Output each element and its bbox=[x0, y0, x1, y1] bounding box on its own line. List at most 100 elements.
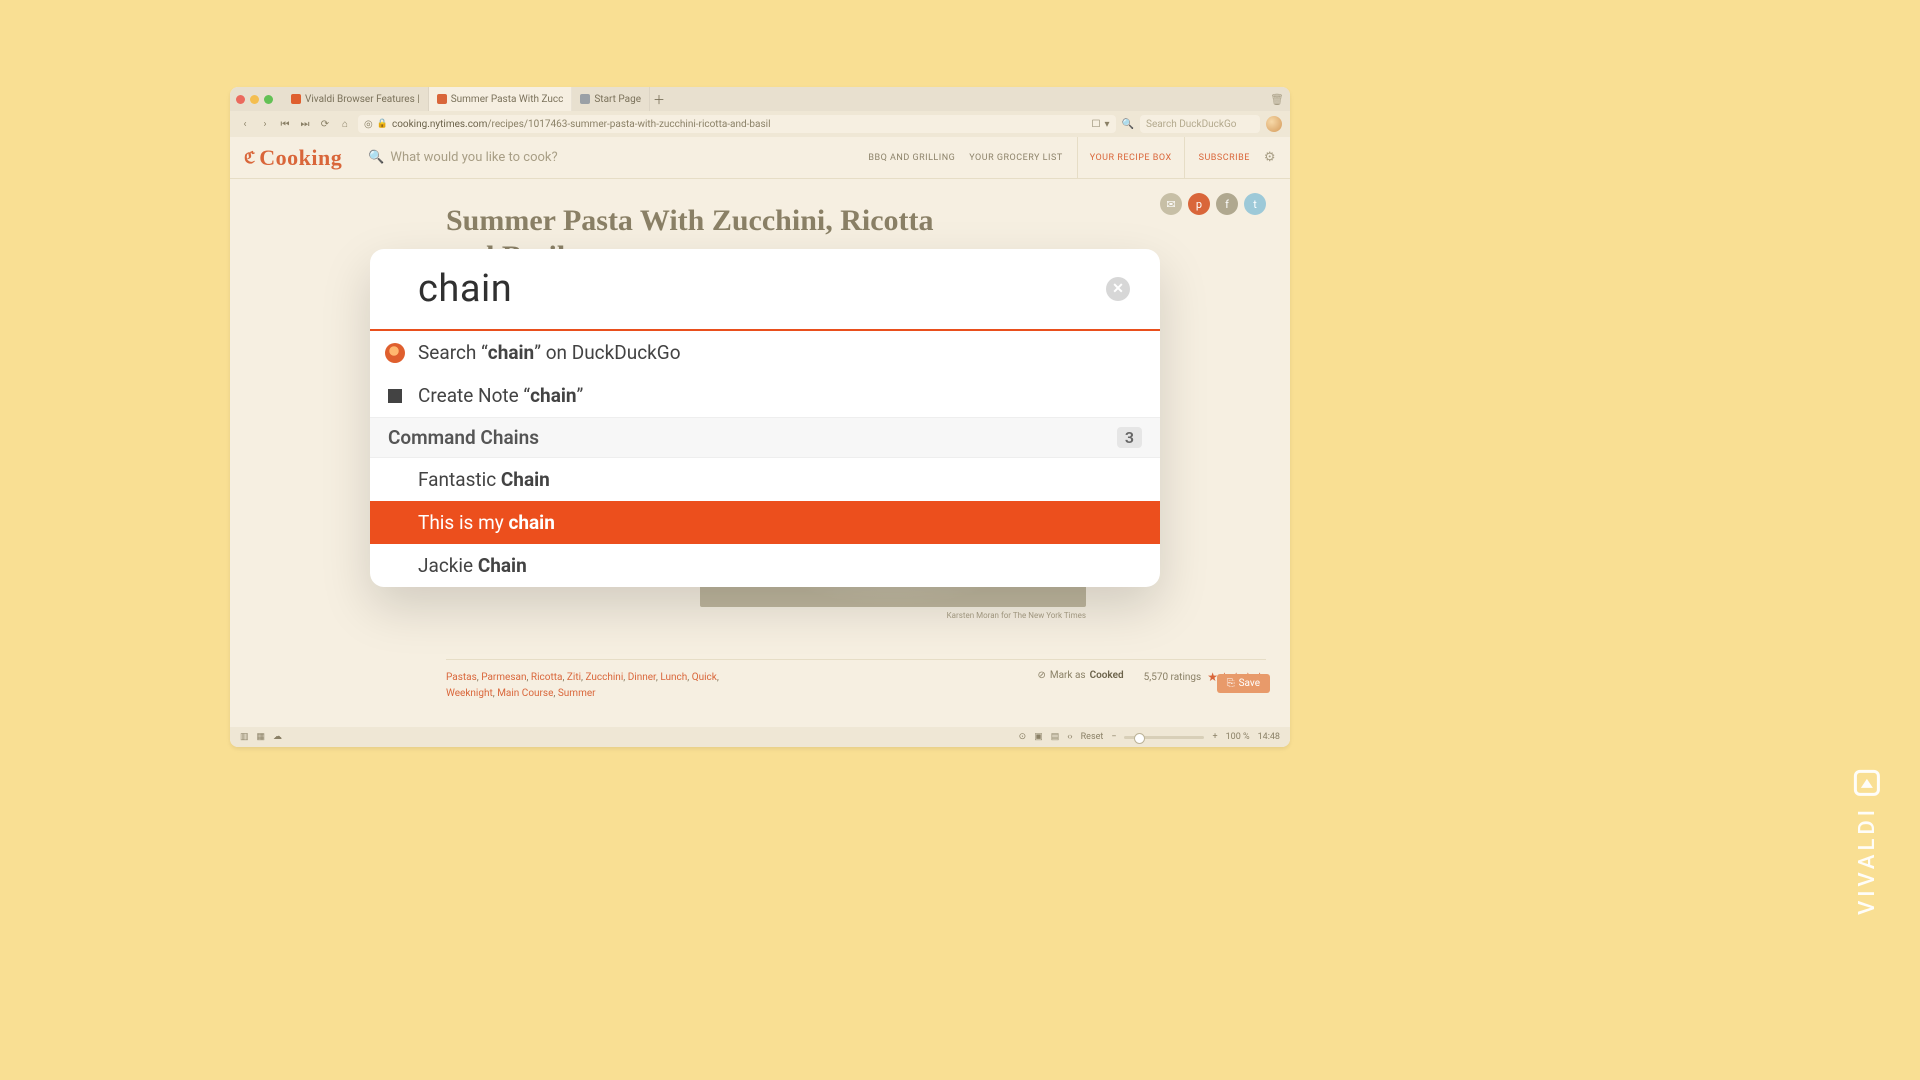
profile-avatar[interactable] bbox=[1266, 116, 1282, 132]
tag-link[interactable]: Weeknight bbox=[446, 688, 493, 699]
zoom-slider[interactable] bbox=[1124, 736, 1204, 739]
back-button[interactable]: ‹ bbox=[238, 119, 252, 130]
address-bar: ‹ › ⏮ ⏭ ⟳ ⌂ ◎ 🔒 cooking.nytimes.com/reci… bbox=[230, 111, 1290, 137]
brand-cooking: Cooking bbox=[259, 145, 342, 171]
qc-input[interactable]: chain bbox=[418, 267, 1106, 311]
reload-button[interactable]: ⟳ bbox=[318, 119, 332, 130]
site-search[interactable]: 🔍 What would you like to cook? bbox=[368, 150, 708, 165]
tag-link[interactable]: Pastas bbox=[446, 672, 477, 683]
qc-result-item[interactable]: Fantastic Chain bbox=[370, 458, 1160, 501]
tab-strip: Vivaldi Browser Features | Summer Pasta … bbox=[230, 87, 1290, 111]
code-icon[interactable]: ‹› bbox=[1067, 732, 1072, 742]
lock-icon: 🔒 bbox=[377, 119, 388, 129]
qc-result-item[interactable]: This is my chain bbox=[370, 501, 1160, 544]
image-toggle-icon[interactable]: ▤ bbox=[1051, 732, 1060, 742]
startpage-favicon-icon bbox=[580, 94, 590, 104]
capture-icon[interactable]: ⊙ bbox=[1019, 732, 1027, 742]
tag-list: Pastas, Parmesan, Ricotta, Ziti, Zucchin… bbox=[446, 670, 766, 702]
checkmark-icon: ⊘ bbox=[1037, 670, 1045, 681]
duckduckgo-icon bbox=[384, 342, 406, 364]
url-text: cooking.nytimes.com/recipes/1017463-summ… bbox=[392, 119, 771, 130]
tab-label: Vivaldi Browser Features | bbox=[305, 94, 420, 105]
tab-summer-pasta[interactable]: Summer Pasta With Zucc bbox=[429, 87, 573, 111]
facebook-icon[interactable]: f bbox=[1216, 193, 1238, 215]
new-tab-button[interactable]: ＋ bbox=[650, 91, 668, 108]
mark-cooked[interactable]: ⊘ Mark as Cooked bbox=[1037, 670, 1123, 681]
qc-input-row: chain ✕ bbox=[370, 249, 1160, 329]
nav-bbq[interactable]: BBQ AND GRILLING bbox=[868, 153, 955, 163]
zoom-window-icon[interactable] bbox=[264, 95, 273, 104]
vivaldi-favicon-icon bbox=[291, 94, 301, 104]
close-window-icon[interactable] bbox=[236, 95, 245, 104]
tag-link[interactable]: Quick bbox=[692, 672, 717, 683]
qc-section-command-chains: Command Chains 3 bbox=[370, 417, 1160, 458]
twitter-icon[interactable]: t bbox=[1244, 193, 1266, 215]
tag-link[interactable]: Zucchini bbox=[585, 672, 623, 683]
clear-icon[interactable]: ✕ bbox=[1106, 277, 1130, 301]
qc-section-label: Command Chains bbox=[388, 426, 539, 449]
nav-recipe-box[interactable]: YOUR RECIPE BOX bbox=[1077, 137, 1185, 179]
tile-icon[interactable]: ▦ bbox=[257, 732, 266, 742]
ratings-count: 5,570 ratings bbox=[1144, 672, 1202, 683]
home-button[interactable]: ⌂ bbox=[338, 119, 352, 130]
fastforward-button[interactable]: ⏭ bbox=[298, 119, 312, 130]
note-icon bbox=[384, 385, 406, 407]
search-placeholder: Search DuckDuckGo bbox=[1146, 119, 1236, 130]
qc-section-count: 3 bbox=[1117, 427, 1142, 448]
tag-link[interactable]: Lunch bbox=[660, 672, 687, 683]
browser-window: Vivaldi Browser Features | Summer Pasta … bbox=[230, 87, 1290, 747]
qc-create-note[interactable]: Create Note “chain” bbox=[370, 374, 1160, 417]
search-engine-icon[interactable]: 🔍 bbox=[1122, 119, 1134, 130]
site-nav: BBQ AND GRILLING YOUR GROCERY LIST YOUR … bbox=[868, 137, 1276, 179]
qc-result-item[interactable]: Jackie Chain bbox=[370, 544, 1160, 587]
tag-link[interactable]: Ricotta bbox=[531, 672, 563, 683]
site-brand[interactable]: ℭ Cooking bbox=[244, 145, 342, 171]
bookmark-icon[interactable]: ☐ bbox=[1092, 119, 1101, 130]
tag-link[interactable]: Summer bbox=[558, 688, 596, 699]
save-button[interactable]: ⎘ Save bbox=[1217, 674, 1270, 693]
rewind-button[interactable]: ⏮ bbox=[278, 119, 292, 130]
browser-search-field[interactable]: Search DuckDuckGo bbox=[1140, 115, 1260, 133]
pinterest-icon[interactable]: p bbox=[1188, 193, 1210, 215]
vivaldi-logo-icon bbox=[1854, 770, 1880, 796]
zoom-out-icon[interactable]: − bbox=[1111, 732, 1116, 742]
clock: 14:48 bbox=[1258, 732, 1280, 742]
forward-button[interactable]: › bbox=[258, 119, 272, 130]
url-field[interactable]: ◎ 🔒 cooking.nytimes.com/recipes/1017463-… bbox=[358, 115, 1116, 133]
article-meta: Pastas, Parmesan, Ricotta, Ziti, Zucchin… bbox=[446, 659, 1266, 702]
tab-start-page[interactable]: Start Page bbox=[572, 87, 650, 111]
tag-link[interactable]: Parmesan bbox=[481, 672, 526, 683]
nav-subscribe[interactable]: SUBSCRIBE bbox=[1199, 153, 1250, 163]
mail-icon[interactable]: ✉ bbox=[1160, 193, 1182, 215]
reader-icon[interactable]: ▾ bbox=[1105, 119, 1110, 130]
search-icon: 🔍 bbox=[368, 150, 384, 165]
site-search-placeholder: What would you like to cook? bbox=[390, 150, 557, 165]
qc-search-label: Search “chain” on DuckDuckGo bbox=[418, 341, 681, 364]
tag-link[interactable]: Dinner bbox=[628, 672, 656, 683]
sync-icon[interactable]: ☁ bbox=[273, 732, 282, 742]
tab-label: Start Page bbox=[594, 94, 641, 105]
page-actions-icon[interactable]: ▣ bbox=[1034, 732, 1043, 742]
zoom-in-icon[interactable]: + bbox=[1212, 732, 1217, 742]
tag-link[interactable]: Ziti bbox=[567, 672, 581, 683]
status-bar: ▥ ▦ ☁ ⊙ ▣ ▤ ‹› Reset − + 100 % 14:48 bbox=[230, 727, 1290, 747]
minimize-window-icon[interactable] bbox=[250, 95, 259, 104]
trash-icon[interactable]: 🗑 bbox=[1270, 93, 1284, 106]
panel-toggle-icon[interactable]: ▥ bbox=[240, 732, 249, 742]
qc-search-web[interactable]: Search “chain” on DuckDuckGo bbox=[370, 331, 1160, 374]
nyt-t-icon: ℭ bbox=[244, 148, 255, 168]
tab-vivaldi-features[interactable]: Vivaldi Browser Features | bbox=[283, 87, 429, 111]
quick-commands-modal: chain ✕ Search “chain” on DuckDuckGo Cre… bbox=[370, 249, 1160, 587]
qc-note-label: Create Note “chain” bbox=[418, 384, 583, 407]
gear-icon[interactable]: ⚙ bbox=[1264, 150, 1276, 165]
hero-caption: Karsten Moran for The New York Times bbox=[700, 611, 1086, 620]
tag-link[interactable]: Main Course bbox=[497, 688, 553, 699]
tab-label: Summer Pasta With Zucc bbox=[451, 94, 564, 105]
site-header: ℭ Cooking 🔍 What would you like to cook?… bbox=[230, 137, 1290, 179]
bookmark-ribbon-icon: ⎘ bbox=[1227, 678, 1235, 689]
window-controls[interactable] bbox=[236, 95, 273, 104]
vivaldi-watermark: VIVALDI bbox=[1854, 770, 1880, 915]
nav-grocery[interactable]: YOUR GROCERY LIST bbox=[969, 153, 1062, 163]
zoom-reset[interactable]: Reset bbox=[1081, 732, 1104, 742]
shield-icon: ◎ bbox=[364, 119, 373, 130]
